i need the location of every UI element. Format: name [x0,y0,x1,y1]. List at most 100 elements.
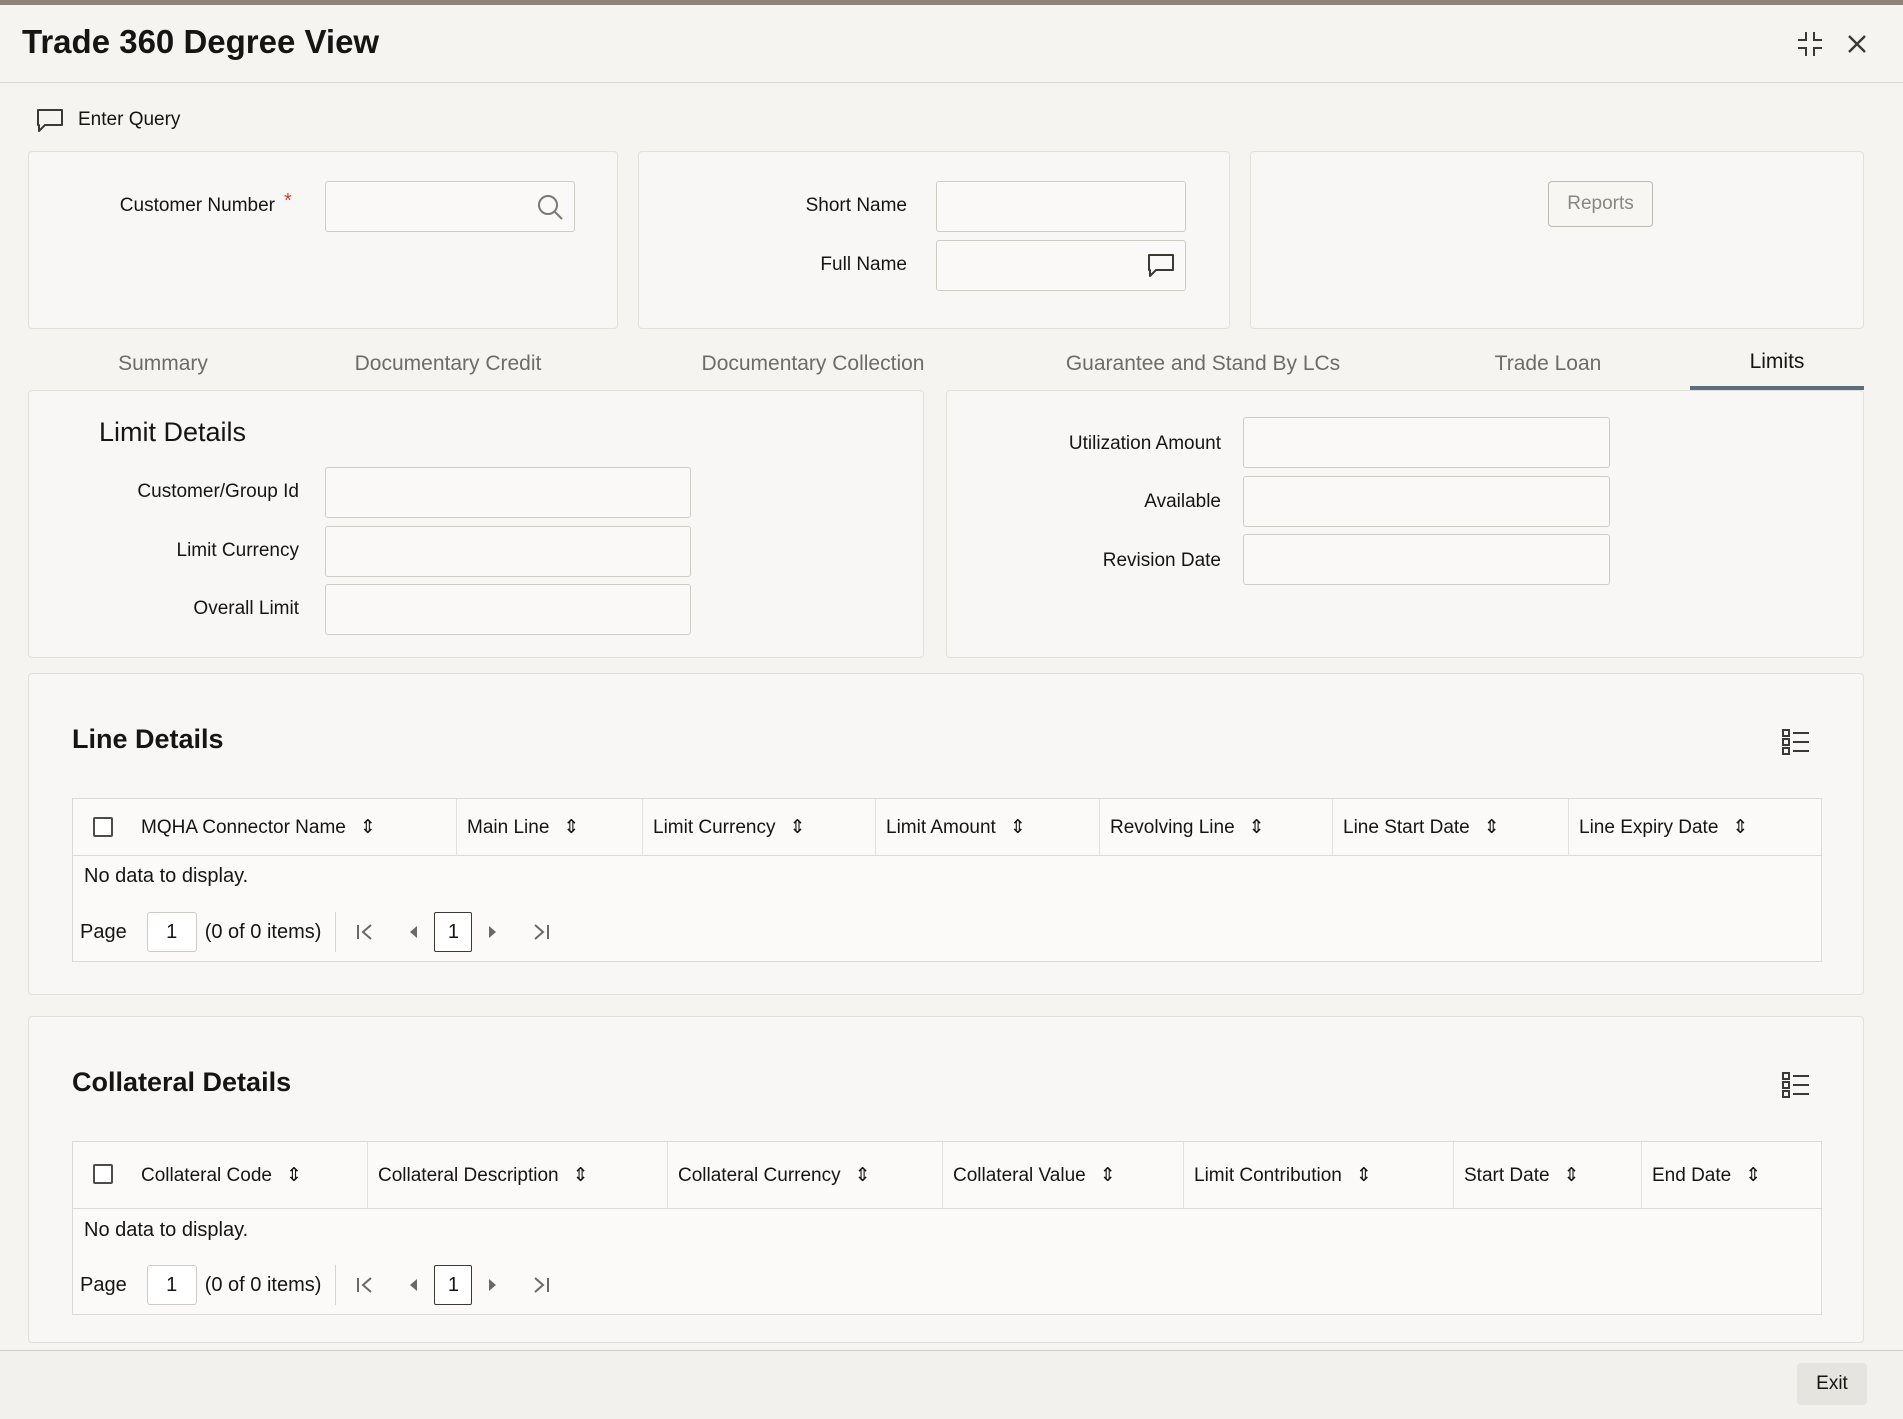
page-input[interactable]: 1 [146,912,197,952]
sort-icon: ⇕ [854,1165,871,1186]
overall-limit-label: Overall Limit [193,598,299,619]
close-icon[interactable] [1840,27,1874,61]
collateral-details-title: Collateral Details [72,1067,292,1097]
reports-button[interactable]: Reports [1548,181,1653,227]
empty-state: No data to display. [84,1219,249,1241]
empty-state: No data to display. [84,865,249,887]
enter-query-button[interactable]: Enter Query [36,100,180,140]
utilization-amount-input[interactable] [1243,417,1610,468]
tab-documentary-collection[interactable]: Documentary Collection [648,338,978,390]
col-start-date[interactable]: Start Date ⇕ [1454,1142,1642,1209]
first-page-icon[interactable] [350,912,380,952]
customer-group-id-label: Customer/Group Id [137,481,299,502]
revision-date-label: Revision Date [1102,550,1221,571]
tab-limits[interactable]: Limits [1690,338,1864,390]
collateral-details-section: Collateral Details Collateral Code ⇕ Coll… [28,1016,1864,1343]
line-details-title: Line Details [72,724,224,754]
utilization-panel: Utilization Amount Available Revision Da… [946,390,1864,658]
items-count: (0 of 0 items) [204,920,322,943]
required-marker: * [284,190,292,212]
items-count: (0 of 0 items) [204,1273,322,1296]
col-collateral-currency[interactable]: Collateral Currency ⇕ [668,1142,943,1209]
exit-button[interactable]: Exit [1797,1363,1867,1405]
column-list-icon[interactable] [1781,1070,1811,1100]
revision-date-input[interactable] [1243,534,1610,585]
next-page-icon[interactable] [478,1265,508,1305]
line-details-grid: MQHA Connector Name ⇕ Main Line ⇕ Limit Cu… [72,798,1822,962]
page-label: Page [80,920,127,943]
comment-icon[interactable] [1147,252,1175,278]
last-page-icon[interactable] [526,1265,556,1305]
sort-icon: ⇕ [1745,1165,1762,1186]
grid-header: MQHA Connector Name ⇕ Main Line ⇕ Limit Cu… [73,799,1821,856]
col-revolving-line[interactable]: Revolving Line ⇕ [1100,799,1333,856]
limit-details-panel: Limit Details Customer/Group Id Limit Cu… [28,390,924,658]
overall-limit-input[interactable] [325,584,691,635]
col-mqha-connector-name[interactable]: MQHA Connector Name ⇕ [131,799,457,856]
sort-icon: ⇕ [563,817,580,838]
full-name-input[interactable] [936,240,1186,291]
available-label: Available [1144,491,1221,512]
customer-group-id-input[interactable] [325,467,691,518]
column-list-icon[interactable] [1781,727,1811,757]
col-line-expiry-date[interactable]: Line Expiry Date ⇕ [1569,799,1823,856]
customer-panel: Customer Number * [28,151,618,329]
sort-icon: ⇕ [1483,817,1500,838]
previous-page-icon[interactable] [398,912,428,952]
sort-icon: ⇕ [285,1165,302,1186]
limit-currency-input[interactable] [325,526,691,577]
select-all-checkbox[interactable] [93,817,113,837]
grid-header: Collateral Code ⇕ Collateral Description ⇕… [73,1142,1821,1209]
dialog-window: Trade 360 Degree View Enter Query Custom… [0,5,1903,1419]
sort-icon: ⇕ [1563,1165,1580,1186]
full-name-label: Full Name [820,254,907,275]
col-line-start-date[interactable]: Line Start Date ⇕ [1333,799,1569,856]
enter-query-label: Enter Query [78,109,181,130]
sort-icon: ⇕ [1099,1165,1116,1186]
tab-trade-loan[interactable]: Trade Loan [1438,338,1658,390]
current-page[interactable]: 1 [434,912,473,952]
utilization-amount-label: Utilization Amount [1068,433,1221,454]
available-input[interactable] [1243,476,1610,527]
search-icon[interactable] [536,193,564,221]
comment-icon [37,109,63,132]
col-collateral-value[interactable]: Collateral Value ⇕ [943,1142,1184,1209]
short-name-label: Short Name [805,195,907,216]
limit-details-title: Limit Details [99,417,247,447]
col-collateral-code[interactable]: Collateral Code ⇕ [131,1142,368,1209]
customer-number-label: Customer Number [119,195,275,216]
col-main-line[interactable]: Main Line ⇕ [457,799,643,856]
page-label: Page [80,1273,127,1296]
customer-number-input[interactable] [325,181,575,232]
collateral-details-grid: Collateral Code ⇕ Collateral Description ⇕… [72,1141,1822,1315]
page-input[interactable]: 1 [146,1265,197,1305]
col-limit-amount[interactable]: Limit Amount ⇕ [876,799,1100,856]
col-limit-currency[interactable]: Limit Currency ⇕ [643,799,876,856]
sort-icon: ⇕ [789,817,806,838]
sort-icon: ⇕ [1248,817,1265,838]
col-end-date[interactable]: End Date ⇕ [1642,1142,1823,1209]
sort-icon: ⇕ [1732,817,1749,838]
last-page-icon[interactable] [526,912,556,952]
line-details-section: Line Details MQHA Connector Name ⇕ Main L… [28,673,1864,995]
col-collateral-description[interactable]: Collateral Description ⇕ [368,1142,668,1209]
tab-guarantee[interactable]: Guarantee and Stand By LCs [1028,338,1378,390]
first-page-icon[interactable] [350,1265,380,1305]
tab-bar: Summary Documentary Credit Documentary C… [28,338,1864,390]
next-page-icon[interactable] [478,912,508,952]
minimize-icon[interactable] [1793,27,1827,61]
select-all-checkbox[interactable] [93,1164,113,1184]
previous-page-icon[interactable] [398,1265,428,1305]
col-limit-contribution[interactable]: Limit Contribution ⇕ [1184,1142,1454,1209]
pagination: Page 1 (0 of 0 items) 1 [80,1265,556,1305]
short-name-input[interactable] [936,181,1186,232]
pagination: Page 1 (0 of 0 items) 1 [80,912,556,952]
sort-icon: ⇕ [1355,1165,1372,1186]
current-page[interactable]: 1 [434,1265,473,1305]
sort-icon: ⇕ [1009,817,1026,838]
sort-icon: ⇕ [359,817,376,838]
sort-icon: ⇕ [572,1165,589,1186]
tab-documentary-credit[interactable]: Documentary Credit [298,338,598,390]
tab-summary[interactable]: Summary [68,338,258,390]
title-bar: Trade 360 Degree View [0,5,1903,83]
